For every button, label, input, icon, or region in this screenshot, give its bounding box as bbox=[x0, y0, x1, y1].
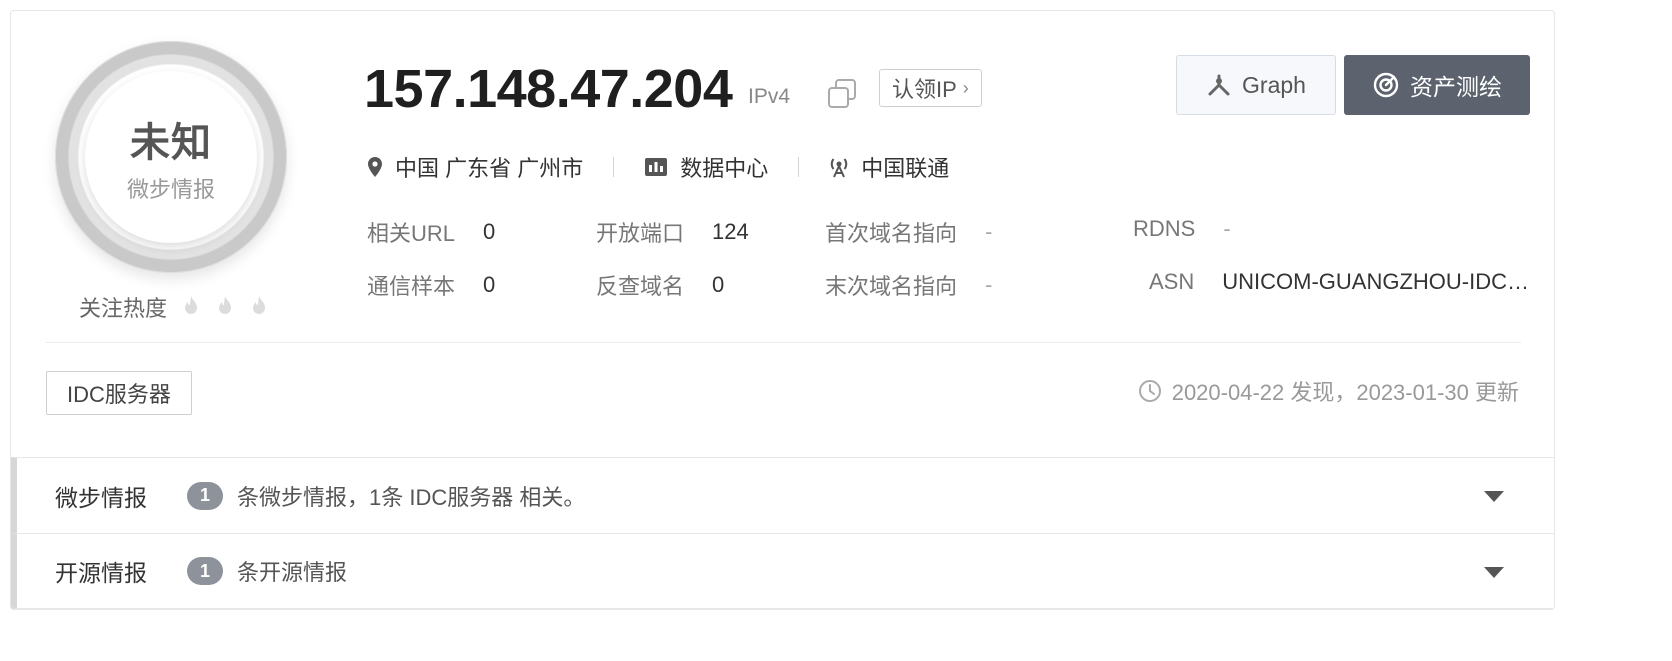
network-type-text: 数据中心 bbox=[680, 156, 769, 181]
related-url-value[interactable]: 0 bbox=[483, 219, 495, 245]
graph-button-label: Graph bbox=[1242, 71, 1306, 98]
claim-ip-label: 认领IP bbox=[892, 77, 957, 102]
meta-divider bbox=[613, 157, 615, 177]
section-threatbook-intel[interactable]: 微步情报 1 条微步情报，1条 IDC服务器 相关。 bbox=[11, 457, 1554, 533]
open-ports-field: 开放端口 124 bbox=[596, 216, 749, 248]
rdns-field: RDNS - bbox=[1133, 216, 1231, 242]
field-label: 末次域名指向 bbox=[825, 274, 958, 299]
copy-icon[interactable] bbox=[825, 77, 859, 111]
discovery-dates-text: 2020-04-22 发现，2023-01-30 更新 bbox=[1171, 380, 1519, 405]
reputation-verdict: 未知 bbox=[130, 121, 212, 165]
related-url-field: 相关URL 0 bbox=[367, 216, 495, 248]
location-pin-icon bbox=[368, 157, 382, 177]
section-title: 开源情报 bbox=[55, 560, 147, 586]
asset-mapping-label: 资产测绘 bbox=[1410, 74, 1502, 100]
tag-idc-server[interactable]: IDC服务器 bbox=[46, 371, 192, 415]
attention-heat: 关注热度 bbox=[79, 291, 269, 323]
ip-meta-row: 中国 广东省 广州市 数据中心 中国联通 bbox=[367, 151, 949, 183]
asset-mapping-button[interactable]: 资产测绘 bbox=[1344, 55, 1530, 115]
field-label: 相关URL bbox=[367, 221, 456, 246]
chevron-right-icon: › bbox=[962, 77, 969, 98]
open-ports-value[interactable]: 124 bbox=[712, 219, 749, 245]
radar-icon bbox=[1373, 72, 1399, 98]
reputation-ring: 未知 微步情报 bbox=[55, 41, 287, 273]
graph-button[interactable]: Graph bbox=[1176, 55, 1336, 115]
field-label: 反查域名 bbox=[596, 274, 685, 299]
reverse-domain-field: 反查域名 0 bbox=[596, 269, 724, 301]
section-title: 微步情报 bbox=[55, 484, 147, 511]
flame-icon bbox=[185, 296, 198, 314]
clock-icon bbox=[1138, 380, 1161, 402]
ip-address: 157.148.47.204 bbox=[364, 59, 733, 119]
isp-text: 中国联通 bbox=[861, 156, 950, 181]
last-domain-field: 末次域名指向 - bbox=[825, 269, 992, 301]
flame-icon bbox=[253, 296, 266, 314]
asn-value[interactable]: UNICOM-GUANGZHOU-IDC… bbox=[1222, 269, 1529, 295]
section-summary: 条微步情报，1条 IDC服务器 相关。 bbox=[237, 484, 586, 510]
datacenter-icon bbox=[645, 158, 668, 176]
first-domain-field: 首次域名指向 - bbox=[825, 216, 992, 248]
location-text: 中国 广东省 广州市 bbox=[395, 156, 584, 181]
ip-detail-card: 未知 微步情报 关注热度 157.148.47.204 IPv4 认领IP › … bbox=[10, 10, 1555, 610]
graph-icon bbox=[1208, 74, 1230, 96]
section-summary: 条开源情报 bbox=[237, 560, 348, 585]
reverse-domain-value[interactable]: 0 bbox=[712, 272, 724, 298]
attention-heat-label: 关注热度 bbox=[79, 296, 168, 321]
flame-icon bbox=[219, 296, 232, 314]
ip-version: IPv4 bbox=[748, 85, 791, 108]
discovery-dates: 2020-04-22 发现，2023-01-30 更新 bbox=[1138, 375, 1519, 407]
comm-samples-field: 通信样本 0 bbox=[367, 269, 495, 301]
field-label: RDNS bbox=[1133, 216, 1196, 241]
first-domain-value: - bbox=[985, 219, 993, 244]
comm-samples-value[interactable]: 0 bbox=[483, 272, 495, 298]
count-badge: 1 bbox=[187, 481, 223, 510]
section-osint-intel[interactable]: 开源情报 1 条开源情报 bbox=[11, 533, 1554, 609]
last-domain-value: - bbox=[985, 272, 993, 297]
asn-field: ASN UNICOM-GUANGZHOU-IDC… bbox=[1149, 269, 1529, 295]
field-label: 通信样本 bbox=[367, 274, 456, 299]
meta-divider bbox=[798, 157, 800, 177]
section-divider bbox=[46, 342, 1521, 343]
chevron-down-icon[interactable] bbox=[1484, 567, 1504, 578]
count-badge: 1 bbox=[187, 557, 223, 585]
signal-tower-icon bbox=[831, 158, 848, 178]
rdns-value: - bbox=[1223, 216, 1231, 241]
field-label: 首次域名指向 bbox=[825, 221, 958, 246]
chevron-down-icon[interactable] bbox=[1484, 491, 1504, 502]
reputation-source: 微步情报 bbox=[126, 177, 215, 202]
field-label: ASN bbox=[1149, 269, 1195, 294]
claim-ip-button[interactable]: 认领IP › bbox=[879, 69, 982, 107]
reputation-ring-center: 未知 微步情报 bbox=[85, 71, 257, 243]
field-label: 开放端口 bbox=[596, 221, 685, 246]
